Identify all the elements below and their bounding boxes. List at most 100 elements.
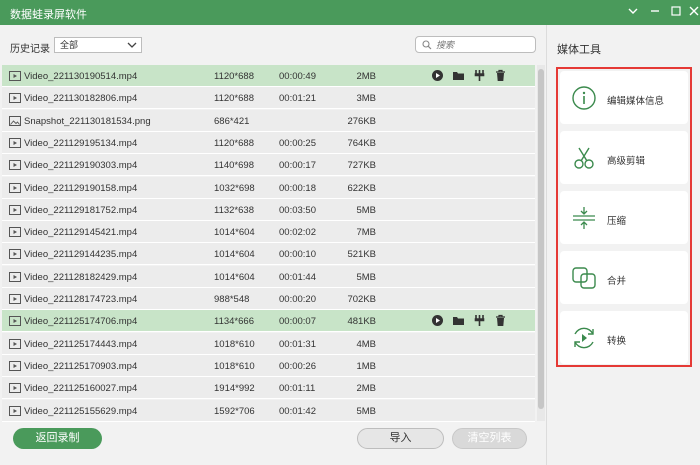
- file-resolution: 1120*688: [214, 137, 254, 149]
- file-size: 5MB: [356, 204, 376, 216]
- file-resolution: 1914*992: [214, 383, 255, 395]
- scrollbar-thumb[interactable]: [538, 69, 544, 409]
- file-size: 481KB: [347, 316, 376, 328]
- video-file-icon: [9, 360, 21, 371]
- file-duration: 00:02:02: [279, 227, 316, 239]
- file-name: Video_221129195134.mp4: [24, 137, 138, 149]
- table-row[interactable]: Video_221130182806.mp4 1120*688 00:01:21 3M…: [2, 87, 535, 110]
- file-size: 764KB: [347, 137, 376, 149]
- file-name: Video_221128182429.mp4: [24, 271, 138, 283]
- table-row[interactable]: Video_221125170903.mp4 1018*610 00:00:26 1M…: [2, 354, 535, 377]
- table-row[interactable]: Snapshot_221130181534.png 686*421 276KB: [2, 109, 535, 132]
- tool-label: 转换: [607, 336, 627, 347]
- table-row[interactable]: Video_221128174723.mp4 988*548 00:00:20 702…: [2, 288, 535, 310]
- file-name: Video_221128174723.mp4: [24, 294, 138, 305]
- folder-icon[interactable]: [452, 69, 465, 82]
- scissors-icon: [570, 145, 598, 171]
- file-resolution: 1014*604: [214, 271, 255, 283]
- table-row[interactable]: Video_221129144235.mp4 1014*604 00:00:10 52…: [2, 243, 535, 266]
- video-file-icon: [9, 93, 21, 104]
- file-list-panel: 历史记录 全部 Video_221130190514.mp4 1120*688 00…: [0, 25, 546, 465]
- tool-merge[interactable]: 合并: [560, 251, 688, 304]
- file-duration: 00:00:49: [279, 71, 316, 82]
- file-name: Video_221129190158.mp4: [24, 182, 138, 194]
- minimize-icon[interactable]: [645, 3, 665, 22]
- file-size: 2MB: [356, 71, 376, 82]
- video-file-icon: [9, 137, 21, 148]
- table-row[interactable]: Video_221129145421.mp4 1014*604 00:02:02 7M…: [2, 221, 535, 244]
- tool-compress[interactable]: 压缩: [560, 191, 688, 244]
- tool-convert[interactable]: 转换: [560, 311, 688, 364]
- delete-icon[interactable]: [494, 314, 507, 327]
- search-input[interactable]: [436, 38, 531, 51]
- video-file-icon: [9, 405, 21, 416]
- file-resolution: 686*421: [214, 115, 250, 127]
- edit-tools-icon[interactable]: [473, 314, 486, 327]
- history-filter-value: 全部: [60, 40, 79, 50]
- table-row[interactable]: Video_221128182429.mp4 1014*604 00:01:44 5M…: [2, 265, 535, 288]
- file-name: Video_221129145421.mp4: [24, 227, 138, 239]
- table-row[interactable]: Video_221129190303.mp4 1140*698 00:00:17 72…: [2, 154, 535, 177]
- file-resolution: 1120*688: [214, 93, 254, 105]
- title-bar: 数据蛙录屏软件: [0, 0, 700, 25]
- chevron-down-icon: [127, 40, 137, 50]
- clear-list-button[interactable]: 清空列表: [452, 428, 527, 449]
- file-size: 5MB: [356, 405, 376, 417]
- table-row[interactable]: Video_221129190158.mp4 1032*698 00:00:18 62…: [2, 176, 535, 199]
- tool-edit-media-info[interactable]: 编辑媒体信息: [560, 71, 688, 124]
- close-icon[interactable]: [684, 3, 700, 22]
- file-size: 622KB: [347, 182, 376, 194]
- maximize-icon[interactable]: [666, 3, 686, 22]
- file-resolution: 1032*698: [214, 182, 255, 194]
- file-size: 3MB: [356, 93, 376, 105]
- table-row[interactable]: Video_221125160027.mp4 1914*992 00:01:11 2M…: [2, 377, 535, 400]
- table-row[interactable]: Video_221130190514.mp4 1120*688 00:00:49 2M…: [2, 65, 535, 87]
- import-button[interactable]: 导入: [357, 428, 444, 449]
- file-duration: 00:00:10: [279, 249, 316, 261]
- table-row[interactable]: Video_221129195134.mp4 1120*688 00:00:25 76…: [2, 131, 535, 154]
- file-duration: 00:00:07: [279, 316, 316, 328]
- video-file-icon: [9, 182, 21, 193]
- folder-icon[interactable]: [452, 314, 465, 327]
- video-file-icon: [9, 316, 21, 327]
- tool-advanced-edit[interactable]: 高级剪辑: [560, 131, 688, 184]
- video-file-icon: [9, 227, 21, 238]
- file-duration: 00:01:11: [279, 383, 316, 395]
- play-icon[interactable]: [431, 314, 444, 327]
- video-file-icon: [9, 71, 21, 81]
- search-box[interactable]: [415, 36, 536, 53]
- file-size: 727KB: [347, 160, 376, 172]
- table-row[interactable]: Video_221129181752.mp4 1132*638 00:03:50 5M…: [2, 198, 535, 221]
- search-icon: [422, 40, 432, 50]
- file-size: 521KB: [347, 249, 376, 261]
- file-resolution: 1134*666: [214, 316, 254, 328]
- file-resolution: 1018*610: [214, 338, 255, 350]
- file-duration: 00:00:25: [279, 137, 316, 149]
- video-file-icon: [9, 383, 21, 394]
- file-resolution: 1592*706: [214, 405, 255, 417]
- file-name: Snapshot_221130181534.png: [24, 115, 151, 127]
- back-to-recording-button[interactable]: 返回录制: [13, 428, 102, 449]
- file-duration: 00:00:17: [279, 160, 316, 172]
- video-file-icon: [9, 160, 21, 171]
- play-icon[interactable]: [431, 69, 444, 82]
- edit-tools-icon[interactable]: [473, 69, 486, 82]
- file-duration: 00:00:18: [279, 182, 316, 194]
- delete-icon[interactable]: [494, 69, 507, 82]
- compress-icon: [570, 205, 598, 231]
- table-row[interactable]: Video_221125155629.mp4 1592*706 00:01:42 5M…: [2, 399, 535, 422]
- history-filter-select[interactable]: 全部: [54, 37, 142, 53]
- file-name: Video_221130182806.mp4: [24, 93, 138, 105]
- file-list: Video_221130190514.mp4 1120*688 00:00:49 2M…: [2, 65, 535, 422]
- file-name: Video_221125160027.mp4: [24, 383, 138, 395]
- file-duration: 00:01:21: [279, 93, 316, 105]
- media-tools-panel: 媒体工具 编辑媒体信息 高级剪辑 压缩 合并 转换: [546, 25, 700, 465]
- chevron-down-icon[interactable]: [623, 3, 643, 22]
- table-row[interactable]: Video_221125174443.mp4 1018*610 00:01:31 4M…: [2, 332, 535, 355]
- tool-label: 压缩: [607, 216, 627, 227]
- file-resolution: 1132*638: [214, 204, 254, 216]
- file-resolution: 1014*604: [214, 249, 255, 261]
- table-row[interactable]: Video_221125174706.mp4 1134*666 00:00:07 48…: [2, 310, 535, 333]
- file-name: Video_221125155629.mp4: [24, 405, 138, 417]
- file-size: 702KB: [347, 294, 376, 305]
